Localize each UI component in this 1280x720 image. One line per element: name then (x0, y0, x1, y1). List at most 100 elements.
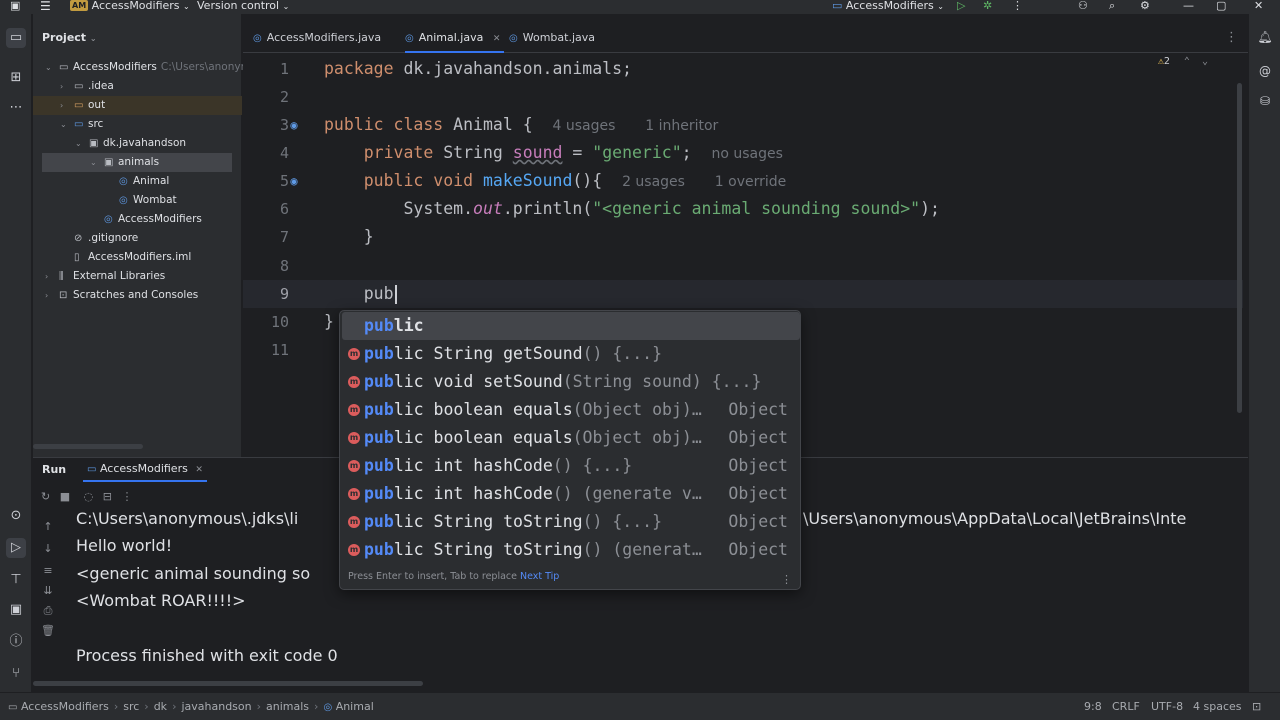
completion-footer: Press Enter to insert, Tab to replace Nex… (348, 565, 559, 589)
tab-animal[interactable]: ◎ Animal.java ✕ (405, 24, 505, 53)
overrides-hint[interactable]: 1 override (715, 174, 786, 190)
notifications-icon[interactable]: 🔔︎ (1256, 28, 1274, 46)
camera-icon[interactable]: ◌ (84, 490, 94, 503)
completion-menu-icon[interactable]: ⋮ (781, 573, 792, 586)
completion-item[interactable]: m public String toString() (generat… Obj… (342, 536, 800, 564)
tree-item-src[interactable]: ⌄ ▭ src (33, 115, 242, 134)
run-tab[interactable]: ▭ AccessModifiers ✕ (83, 458, 207, 482)
breadcrumb-item[interactable]: Animal (336, 700, 374, 713)
tree-item-scratches[interactable]: › ⊡ Scratches and Consoles (33, 286, 242, 305)
breadcrumb-item[interactable]: dk (154, 700, 167, 713)
main-menu-icon[interactable]: ☰ (40, 0, 51, 14)
tree-item-animals[interactable]: ⌄ ▣ animals (42, 153, 232, 172)
trash-icon[interactable]: 🗑︎ (41, 624, 55, 637)
tree-item-idea[interactable]: › ▭ .idea (33, 77, 242, 96)
rerun-icon[interactable]: ↻ (41, 490, 50, 503)
arrow-down-icon[interactable]: ↓ (41, 542, 55, 555)
completion-item[interactable]: m public int hashCode() {...} Object (342, 452, 800, 480)
close-tab-icon[interactable]: ✕ (493, 34, 501, 44)
debug-icon[interactable]: ✲ (983, 0, 992, 14)
close-tab-icon[interactable]: ✕ (195, 465, 203, 475)
completion-item[interactable]: m public int hashCode() (generate v… Obj… (342, 480, 800, 508)
tab-accessmodifiers[interactable]: ◎ AccessModifiers.java (253, 24, 381, 53)
line-separator[interactable]: CRLF (1112, 700, 1140, 713)
chevron-up-icon[interactable]: ⌃ (1184, 56, 1190, 67)
git-tool-icon[interactable]: ⑂ (6, 664, 26, 684)
tab-wombat[interactable]: ◎ Wombat.java (509, 24, 595, 53)
minimize-icon[interactable]: — (1183, 0, 1194, 14)
scroll-to-end-icon[interactable]: ⇊ (41, 584, 55, 597)
problems-tool-icon[interactable]: ⓘ (6, 632, 26, 652)
next-tip-link[interactable]: Next Tip (520, 571, 559, 582)
inspection-widget[interactable]: ⚠2 ⌃ ⌄ (1158, 56, 1208, 67)
overridden-gutter-icon[interactable]: ◉ (286, 173, 302, 189)
completion-item[interactable]: m public void setSound(String sound) {..… (342, 368, 800, 396)
tabs-menu-icon[interactable]: ⋮ (1225, 24, 1238, 53)
breadcrumb-item[interactable]: src (123, 700, 139, 713)
lock-icon[interactable]: ⊡ (1252, 700, 1261, 713)
inheritors-hint[interactable]: 1 inheritor (645, 118, 718, 134)
breadcrumb-item[interactable]: animals (266, 700, 309, 713)
chevron-down-icon[interactable]: ⌄ (1202, 56, 1208, 67)
cursor-position[interactable]: 9:8 (1084, 700, 1102, 713)
stop-icon[interactable]: ■ (60, 490, 70, 503)
database-icon[interactable]: ⛁ (1256, 92, 1274, 110)
project-name: AccessModifiers (91, 0, 180, 12)
soft-wrap-icon[interactable]: ≡ (41, 564, 55, 577)
tree-item-external-libraries[interactable]: › ⫼ External Libraries (33, 267, 242, 286)
completion-item[interactable]: public (342, 312, 800, 340)
more-tools-icon[interactable]: ⋯ (6, 98, 26, 118)
breadcrumb-item[interactable]: javahandson (181, 700, 251, 713)
editor-scrollbar[interactable] (1237, 83, 1242, 413)
project-panel-header[interactable]: Project ⌄ (42, 31, 97, 44)
file-encoding[interactable]: UTF-8 (1151, 700, 1183, 713)
search-icon[interactable]: ⌕ (1109, 0, 1115, 14)
project-scrollbar[interactable] (33, 444, 143, 449)
more-actions-icon[interactable]: ⋮ (1012, 0, 1023, 14)
vcs-selector[interactable]: Version control ⌄ (197, 0, 289, 14)
completion-item[interactable]: m public String getSound() {...} (342, 340, 800, 368)
line-number: 4 (279, 144, 289, 162)
add-user-icon[interactable]: ⚇ (1078, 0, 1088, 14)
tree-item-package[interactable]: ⌄ ▣ dk.javahandson (33, 134, 242, 153)
breadcrumb-item[interactable]: AccessModifiers (21, 700, 109, 713)
terminal-tool-icon[interactable]: ▣ (6, 600, 26, 620)
app-logo-icon[interactable]: ▣ (10, 0, 20, 14)
run-config-icon: ▭ (87, 464, 97, 475)
usages-hint[interactable]: no usages (711, 146, 782, 162)
completion-item[interactable]: m public boolean equals(Object obj)… Obj… (342, 424, 800, 452)
services-tool-icon[interactable]: ⊙ (6, 506, 26, 526)
export-icon[interactable]: ⊟ (103, 490, 112, 503)
build-tool-icon[interactable]: ⊤ (6, 570, 26, 590)
ai-assistant-icon[interactable]: @ (1256, 62, 1274, 80)
tree-item-main-class[interactable]: ◎ AccessModifiers (33, 210, 242, 229)
maximize-icon[interactable]: ▢ (1216, 0, 1226, 14)
tree-item-iml[interactable]: ▯ AccessModifiers.iml (33, 248, 242, 267)
gear-icon[interactable]: ⚙ (1140, 0, 1150, 14)
editor-tabs: ◎ AccessModifiers.java ◎ Animal.java ✕ ◎ Wo… (243, 24, 1248, 53)
print-icon[interactable]: ⎙ (41, 604, 55, 618)
run-config-selector[interactable]: ▭ AccessModifiers ⌄ (832, 0, 944, 14)
completion-item[interactable]: m public boolean equals(Object obj)… Obj… (342, 396, 800, 424)
indent-setting[interactable]: 4 spaces (1193, 700, 1242, 713)
tree-item-out[interactable]: › ▭ out (33, 96, 242, 115)
tree-item-wombat-class[interactable]: ◎ Wombat (33, 191, 242, 210)
tree-item-gitignore[interactable]: ⊘ .gitignore (33, 229, 242, 248)
arrow-up-icon[interactable]: ↑ (41, 520, 55, 533)
completion-item[interactable]: m public String toString() {...} Object (342, 508, 800, 536)
more-icon[interactable]: ⋮ (121, 490, 132, 503)
project-tool-icon[interactable]: ▭ (6, 28, 26, 48)
project-selector[interactable]: AM AccessModifiers ⌄ (70, 0, 190, 14)
implemented-gutter-icon[interactable]: ◉ (286, 117, 302, 133)
console-scrollbar[interactable] (33, 681, 423, 686)
chevron-down-icon: ⌄ (90, 158, 97, 167)
run-tool-icon[interactable]: ▷ (6, 538, 26, 558)
run-icon[interactable]: ▷ (957, 0, 965, 14)
chevron-right-icon: › (144, 700, 149, 713)
structure-tool-icon[interactable]: ⊞ (6, 68, 26, 88)
tree-item-root[interactable]: ⌄ ▭ AccessModifiers C:\Users\anonymous (33, 58, 269, 77)
usages-hint[interactable]: 4 usages (553, 118, 616, 134)
tree-item-animal-class[interactable]: ◎ Animal (33, 172, 242, 191)
close-icon[interactable]: ✕ (1254, 0, 1263, 14)
usages-hint[interactable]: 2 usages (622, 174, 685, 190)
